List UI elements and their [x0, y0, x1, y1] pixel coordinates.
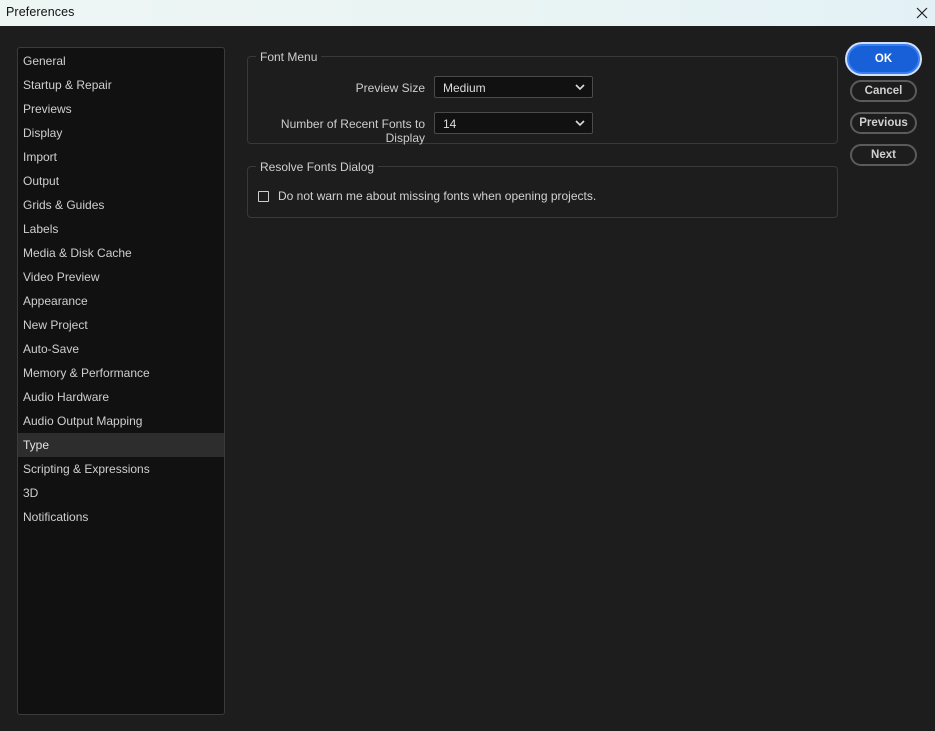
sidebar-item-general[interactable]: General [18, 49, 224, 73]
sidebar-item-video-preview[interactable]: Video Preview [18, 265, 224, 289]
previous-button[interactable]: Previous [850, 112, 917, 134]
title-bar: Preferences [0, 0, 935, 26]
sidebar-item-scripting-expressions[interactable]: Scripting & Expressions [18, 457, 224, 481]
resolve-fonts-group: Resolve Fonts Dialog Do not warn me abou… [247, 159, 838, 218]
sidebar-item-previews[interactable]: Previews [18, 97, 224, 121]
sidebar-item-audio-hardware[interactable]: Audio Hardware [18, 385, 224, 409]
sidebar-item-memory-performance[interactable]: Memory & Performance [18, 361, 224, 385]
sidebar-item-type[interactable]: Type [18, 433, 224, 457]
preview-size-dropdown[interactable]: Medium [434, 76, 593, 98]
cancel-button[interactable]: Cancel [850, 80, 917, 102]
ok-button[interactable]: OK [847, 44, 920, 74]
sidebar-item-3d[interactable]: 3D [18, 481, 224, 505]
warn-missing-fonts-label[interactable]: Do not warn me about missing fonts when … [278, 189, 596, 203]
sidebar-item-audio-output-mapping[interactable]: Audio Output Mapping [18, 409, 224, 433]
close-icon[interactable] [909, 0, 935, 26]
sidebar-item-output[interactable]: Output [18, 169, 224, 193]
sidebar-item-appearance[interactable]: Appearance [18, 289, 224, 313]
resolve-fonts-legend: Resolve Fonts Dialog [256, 159, 379, 175]
sidebar-item-notifications[interactable]: Notifications [18, 505, 224, 529]
sidebar-item-auto-save[interactable]: Auto-Save [18, 337, 224, 361]
sidebar-item-labels[interactable]: Labels [18, 217, 224, 241]
next-button[interactable]: Next [850, 144, 917, 166]
window-title: Preferences [6, 5, 75, 19]
sidebar-item-new-project[interactable]: New Project [18, 313, 224, 337]
warn-missing-fonts-checkbox[interactable] [258, 191, 269, 202]
recent-fonts-label: Number of Recent Fonts to Display [280, 117, 425, 145]
preferences-category-list: General Startup & Repair Previews Displa… [17, 47, 225, 715]
recent-fonts-dropdown[interactable]: 14 [434, 112, 593, 134]
preview-size-value: Medium [443, 81, 486, 95]
chevron-down-icon [574, 117, 586, 129]
font-menu-legend: Font Menu [256, 49, 322, 65]
chevron-down-icon [574, 81, 586, 93]
sidebar-item-import[interactable]: Import [18, 145, 224, 169]
sidebar-item-startup-repair[interactable]: Startup & Repair [18, 73, 224, 97]
sidebar-item-display[interactable]: Display [18, 121, 224, 145]
recent-fonts-value: 14 [443, 117, 457, 131]
font-menu-group: Font Menu Preview Size Medium Number of … [247, 49, 838, 145]
sidebar-item-grids-guides[interactable]: Grids & Guides [18, 193, 224, 217]
sidebar-item-media-disk-cache[interactable]: Media & Disk Cache [18, 241, 224, 265]
preview-size-label: Preview Size [355, 81, 425, 95]
